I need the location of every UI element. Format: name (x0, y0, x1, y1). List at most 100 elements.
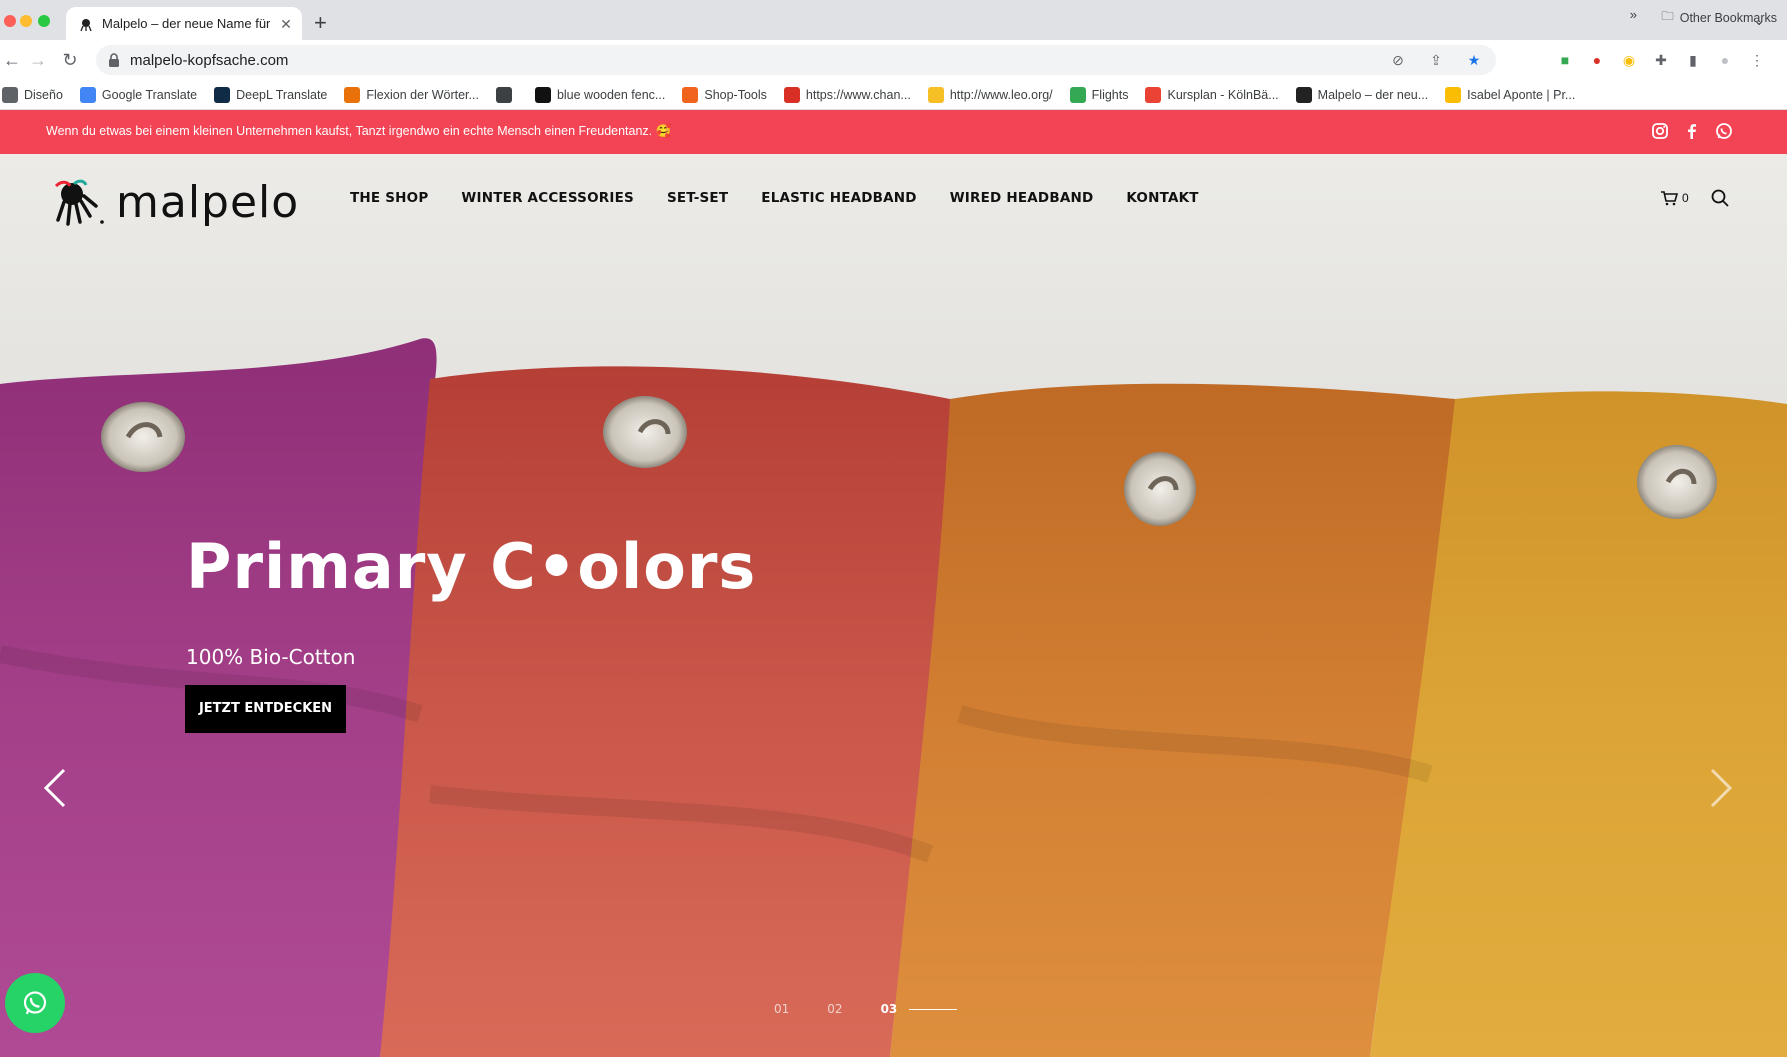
nav-set-set[interactable]: SET-SET (667, 190, 728, 206)
site-logo[interactable]: malpelo (48, 176, 299, 228)
slide-caption: Primary C•olors 100% Bio-Cotton (186, 530, 756, 669)
extension-red-icon[interactable]: ● (1587, 50, 1607, 70)
jetzt-entdecken-button[interactable]: JETZT ENTDECKEN (185, 685, 346, 733)
instagram-icon[interactable] (1651, 122, 1669, 140)
active-slide-line (909, 1008, 958, 1010)
slider-prev-arrow-icon[interactable] (40, 766, 70, 810)
maximize-window-button[interactable] (38, 15, 50, 27)
bookmark-item[interactable]: Flights (1069, 86, 1129, 103)
bookmark-favicon-icon (1145, 86, 1162, 103)
bookmark-favicon-icon (1069, 86, 1086, 103)
bookmark-label: Isabel Aponte | Pr... (1467, 87, 1576, 102)
minimize-window-button[interactable] (20, 15, 32, 27)
malpelo-logo-icon (54, 179, 104, 226)
bookmark-item[interactable]: http://www.leo.org/ (927, 86, 1053, 103)
bookmarks-bar: Diseño Google Translate DeepL Translate Fle… (0, 80, 1787, 110)
bookmark-favicon-icon (1295, 86, 1312, 103)
slider-next-arrow-icon[interactable] (1706, 766, 1736, 810)
puzzle-extensions-icon[interactable]: ✚ (1651, 50, 1671, 70)
site-header: malpelo THE SHOP WINTER ACCESSORIES SET-… (0, 154, 1787, 244)
lock-icon (109, 53, 119, 67)
slide-dot-03[interactable]: 03 (881, 1002, 898, 1016)
more-menu-icon[interactable]: ⋮ (1747, 50, 1767, 70)
back-arrow-icon[interactable]: ← (0, 48, 24, 72)
browser-toolbar: ← → ↻ malpelo-kopfsache.com ⊘ ⇪ ★ ■ ● ◉ … (0, 40, 1787, 80)
star-icon[interactable]: ★ (1464, 50, 1484, 70)
cart-icon (1661, 191, 1678, 206)
profile-avatar-icon[interactable]: ● (1715, 50, 1735, 70)
forward-arrow-icon[interactable]: → (26, 48, 50, 72)
slide-subtitle: 100% Bio-Cotton (186, 645, 356, 669)
search-icon[interactable] (1710, 188, 1730, 208)
bookmark-favicon-icon (927, 86, 944, 103)
bookmark-label: blue wooden fenc... (556, 87, 666, 102)
whatsapp-icon[interactable] (1715, 122, 1733, 140)
bookmark-favicon-icon (2, 86, 18, 103)
bookmark-item[interactable]: Diseño (2, 86, 63, 103)
bookmark-label: Diseño (24, 87, 63, 102)
browser-tab-bar: Malpelo – der neue Name für b ✕ + ⌄ (0, 0, 1787, 40)
announcement-bar: Wenn du etwas bei einem kleinen Unterneh… (0, 110, 1787, 154)
whatsapp-icon (23, 991, 47, 1015)
bookmark-label: Flexion der Wörter... (366, 87, 479, 102)
bookmark-item[interactable]: Kursplan - KölnBä... (1145, 86, 1279, 103)
bookmark-item[interactable]: Flexion der Wörter... (344, 86, 479, 103)
tab-close-icon[interactable]: ✕ (278, 16, 294, 32)
nav-wired-headband[interactable]: WIRED HEADBAND (950, 190, 1094, 206)
bookmark-favicon-icon (1445, 86, 1462, 103)
slider-pagination: 01 02 03 (774, 1002, 958, 1016)
bookmark-item[interactable] (495, 86, 518, 103)
nav-the-shop[interactable]: THE SHOP (350, 190, 428, 206)
slide-title: Primary C•olors (186, 530, 757, 603)
bookmark-item[interactable]: https://www.chan... (783, 86, 911, 103)
extension-green-icon[interactable]: ■ (1555, 50, 1575, 70)
bookmark-label: Malpelo – der neu... (1317, 87, 1429, 102)
tab-title: Malpelo – der neue Name für b (102, 16, 270, 31)
bookmark-label: Google Translate (101, 87, 198, 102)
close-window-button[interactable] (4, 15, 16, 27)
whatsapp-chat-button[interactable] (5, 973, 65, 1033)
share-icon[interactable]: ⇪ (1426, 50, 1446, 70)
side-panel-icon[interactable]: ▮ (1683, 50, 1703, 70)
bookmark-favicon-icon (783, 86, 800, 103)
bookmark-label: http://www.leo.org/ (949, 87, 1053, 102)
logo-text: malpelo (116, 176, 300, 228)
bookmark-item[interactable]: blue wooden fenc... (534, 86, 666, 103)
slide-dot-02[interactable]: 02 (827, 1002, 842, 1016)
bookmark-label: https://www.chan... (805, 87, 911, 102)
url-text: malpelo-kopfsache.com (130, 51, 289, 69)
announcement-text: Wenn du etwas bei einem kleinen Unterneh… (46, 124, 672, 138)
new-tab-button[interactable]: + (314, 12, 327, 34)
main-navigation: THE SHOP WINTER ACCESSORIES SET-SET ELAS… (350, 190, 1199, 206)
nav-elastic-headband[interactable]: ELASTIC HEADBAND (761, 190, 916, 206)
bookmark-label: Kursplan - KölnBä... (1167, 87, 1279, 102)
bookmark-label: Shop-Tools (704, 87, 767, 102)
nav-kontakt[interactable]: KONTAKT (1126, 190, 1198, 206)
bookmark-label: Flights (1091, 87, 1129, 102)
bookmark-item[interactable]: Isabel Aponte | Pr... (1445, 86, 1576, 103)
bookmark-favicon-icon (534, 86, 551, 103)
other-bookmarks-label: Other Bookmarks (1679, 10, 1777, 25)
browser-tab-active[interactable]: Malpelo – der neue Name für b ✕ (66, 7, 302, 40)
bookmarks-overflow-button[interactable]: » (1630, 7, 1637, 22)
other-bookmarks-folder[interactable]: 🗀 Other Bookmarks (1661, 7, 1777, 28)
reload-icon[interactable]: ↻ (58, 48, 82, 72)
bookmark-item[interactable]: Malpelo – der neu... (1295, 86, 1429, 103)
eye-off-icon[interactable]: ⊘ (1388, 50, 1408, 70)
nav-winter-accessories[interactable]: WINTER ACCESSORIES (461, 190, 634, 206)
cart-button[interactable]: 0 (1660, 190, 1689, 206)
bookmark-item[interactable]: Google Translate (79, 86, 198, 103)
folder-icon: 🗀 (1661, 9, 1674, 23)
facebook-icon[interactable] (1683, 122, 1701, 140)
cart-count: 0 (1682, 191, 1689, 205)
bookmark-favicon-icon (344, 86, 361, 103)
bookmark-item[interactable]: DeepL Translate (214, 86, 328, 103)
address-bar[interactable]: malpelo-kopfsache.com ⊘ ⇪ ★ (96, 45, 1496, 75)
extension-chrome-icon[interactable]: ◉ (1619, 50, 1639, 70)
bookmark-favicon-icon (79, 86, 96, 103)
slide-dot-01[interactable]: 01 (774, 1002, 789, 1016)
malpelo-favicon-icon (80, 18, 92, 31)
bookmark-label: DeepL Translate (236, 87, 328, 102)
bookmark-item[interactable]: Shop-Tools (682, 86, 767, 103)
bookmark-favicon-icon (495, 86, 512, 103)
